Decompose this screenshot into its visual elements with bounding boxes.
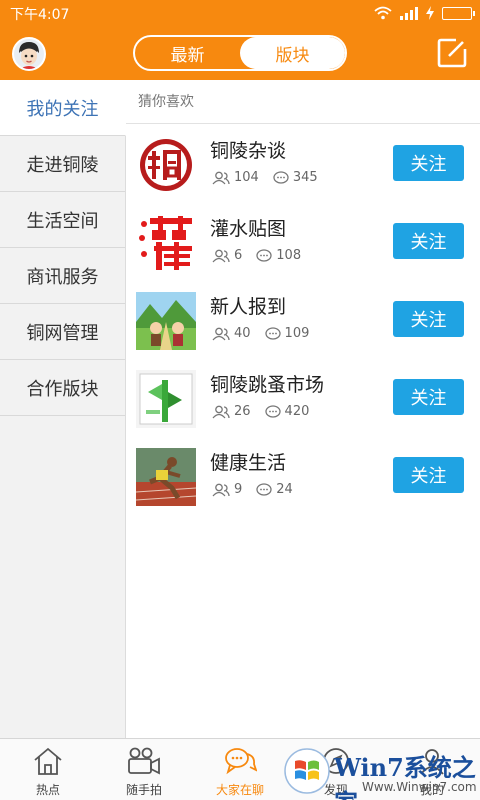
follow-button[interactable]: 关注 [393,457,464,493]
members-icon [212,483,230,496]
comments-icon [273,170,289,184]
comments-icon [256,482,272,496]
avatar-face-icon [14,39,44,69]
watermark-url: Www.Winwin7.com [362,780,477,794]
posts-count: 24 [276,482,293,497]
sidebar-item-partners[interactable]: 合作版块 [0,360,125,416]
board-thumbnail-guanshui [136,214,196,272]
list-item[interactable]: 健康生活 9 24 关注 [126,436,480,514]
nav-chat[interactable]: 大家在聊 [192,739,288,800]
board-name: 新人报到 [210,296,287,318]
list-item[interactable]: 新人报到 40 109 关注 [126,280,480,358]
sidebar-item-life[interactable]: 生活空间 [0,192,125,248]
posts-count: 420 [284,404,310,419]
sidebar-item-admin[interactable]: 铜网管理 [0,304,125,360]
board-name: 铜陵杂谈 [210,140,287,162]
home-icon [34,747,62,775]
members-icon [212,171,230,184]
tab-boards[interactable]: 版块 [240,37,345,69]
wifi-icon [374,6,392,20]
compose-icon[interactable] [436,37,468,69]
posts-count: 109 [284,326,310,341]
list-item[interactable]: 铜陵跳蚤市场 26 420 关注 [126,358,480,436]
nav-label: 热点 [35,783,60,797]
posts-count: 108 [276,248,302,263]
comments-icon [264,326,281,340]
board-name: 铜陵跳蚤市场 [210,374,325,396]
board-thumbnail-newcomers [136,292,196,350]
members-count: 40 [234,326,251,341]
members-icon [212,405,230,418]
watermark: Win7系统之家 Www.Winwin7.com [280,744,480,800]
signal-icon [400,7,418,20]
list-item[interactable]: 灌水贴图 6 108 关注 [126,202,480,280]
board-stats: 9 24 [212,482,307,497]
board-thumbnail-seal [136,136,196,194]
board-name: 健康生活 [210,452,287,474]
category-sidebar: 我的关注 走进铜陵 生活空间 商讯服务 铜网管理 合作版块 [0,80,126,738]
comments-icon [264,404,281,418]
status-bar: 下午4:07 [0,0,480,26]
top-header: 最新 版块 [0,26,480,80]
charging-icon [426,6,434,20]
nav-label: 大家在聊 [215,783,264,797]
tab-latest[interactable]: 最新 [135,37,240,69]
chat-icon [225,748,257,775]
members-icon [212,249,230,262]
board-stats: 6 108 [212,248,315,263]
segment-control: 最新 版块 [133,35,347,71]
follow-button[interactable]: 关注 [393,301,464,337]
board-stats: 104 345 [212,170,332,185]
follow-button[interactable]: 关注 [393,379,464,415]
camera-icon [128,747,160,775]
board-stats: 26 420 [212,404,323,419]
battery-icon [442,6,475,20]
avatar[interactable] [12,37,46,71]
sidebar-item-tongling[interactable]: 走进铜陵 [0,136,125,192]
windows-logo-icon [284,748,330,794]
nav-label: 随手拍 [125,783,162,797]
status-icons [374,5,475,21]
follow-button[interactable]: 关注 [393,223,464,259]
comments-icon [256,248,272,262]
board-thumbnail-flea-market [136,370,196,428]
sidebar-item-business[interactable]: 商讯服务 [0,248,125,304]
posts-count: 345 [292,170,318,185]
follow-button[interactable]: 关注 [393,145,464,181]
board-list-panel: 猜你喜欢 铜陵杂谈 104 345 关注 灌水贴图 6 108 关注 新人报到 … [126,80,480,738]
members-count: 9 [234,482,243,497]
nav-hot[interactable]: 热点 [0,739,96,800]
list-item[interactable]: 铜陵杂谈 104 345 关注 [126,124,480,202]
board-thumbnail-runner [136,448,196,506]
board-name: 灌水贴图 [210,218,287,240]
members-icon [212,327,230,340]
members-count: 6 [234,248,243,263]
members-count: 104 [234,170,259,185]
sidebar-item-my-follows[interactable]: 我的关注 [0,80,126,136]
section-title: 猜你喜欢 [126,80,480,124]
board-stats: 40 109 [212,326,323,341]
members-count: 26 [234,404,251,419]
nav-snapshot[interactable]: 随手拍 [96,739,192,800]
status-time: 下午4:07 [10,7,70,23]
